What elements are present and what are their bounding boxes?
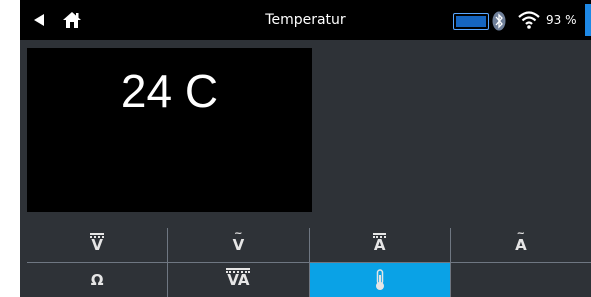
mode-ac-voltage-button[interactable]: ~ V: [168, 227, 309, 262]
battery-level-fill: [456, 16, 486, 27]
ac-voltage-icon: ~ V: [232, 227, 245, 254]
temperature-icon: [375, 269, 384, 290]
mode-empty-slot: [450, 263, 591, 297]
resistance-icon: Ω: [90, 270, 104, 289]
device-screen: Temperatur 93 % 24 C V ~ V A ~ A Ω VA: [20, 0, 591, 297]
mode-volt-amp-button[interactable]: VA: [168, 263, 309, 297]
mode-ac-current-button[interactable]: ~ A: [450, 227, 591, 262]
volt-amp-icon: VA: [226, 267, 251, 288]
dc-voltage-icon: V: [90, 232, 104, 253]
mode-temperature-button[interactable]: [309, 263, 450, 297]
dc-current-icon: A: [372, 232, 387, 253]
mode-dc-voltage-button[interactable]: V: [27, 228, 168, 262]
wifi-icon: [518, 11, 540, 29]
bluetooth-icon: [492, 11, 506, 31]
reading-display: 24 C: [27, 48, 312, 212]
temperature-reading: 24 C: [120, 65, 219, 117]
ac-current-icon: ~ A: [515, 227, 527, 254]
mode-selector: V ~ V A ~ A Ω VA: [27, 228, 591, 297]
edge-indicator: [585, 4, 591, 36]
mode-resistance-button[interactable]: Ω: [27, 263, 168, 297]
status-bar: Temperatur 93 %: [20, 0, 591, 40]
signal-percent: 93 %: [546, 13, 577, 27]
battery-icon: [453, 13, 489, 30]
mode-dc-current-button[interactable]: A: [309, 228, 450, 262]
